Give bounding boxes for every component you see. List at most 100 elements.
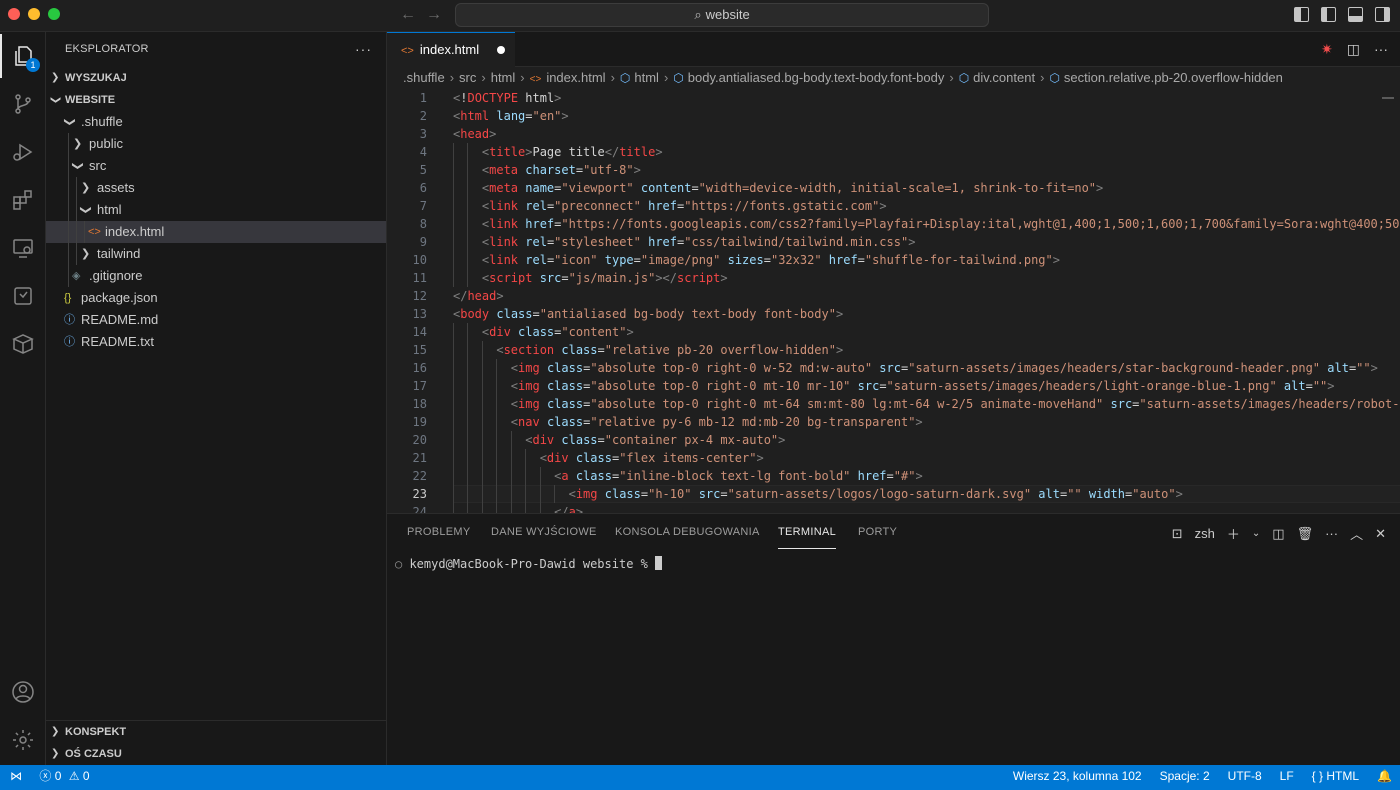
notifications-bell-icon[interactable]: 🔔 bbox=[1377, 765, 1392, 787]
maximize-window-button[interactable] bbox=[48, 8, 60, 20]
code-line[interactable]: <img class="absolute top-0 right-0 w-52 … bbox=[511, 359, 1378, 377]
code-line[interactable]: <section class="relative pb-20 overflow-… bbox=[496, 341, 843, 359]
tree-item[interactable]: ⓘ README.md bbox=[46, 309, 386, 331]
panel-tab[interactable]: PORTY bbox=[858, 514, 897, 550]
breadcrumb-item[interactable]: div.content bbox=[973, 70, 1035, 85]
tree-item[interactable]: {} package.json bbox=[46, 287, 386, 309]
close-icon[interactable]: ✕ bbox=[1375, 526, 1386, 542]
code-line[interactable]: </a> bbox=[554, 503, 583, 513]
code-line[interactable]: <html lang="en"> bbox=[453, 107, 569, 125]
chevron-right-icon: › bbox=[449, 70, 455, 85]
more-actions-icon[interactable]: ··· bbox=[1374, 41, 1388, 58]
tree-item[interactable]: ❯ public bbox=[46, 133, 386, 155]
code-line[interactable]: <body class="antialiased bg-body text-bo… bbox=[453, 305, 843, 323]
code-line[interactable]: <a class="inline-block text-lg font-bold… bbox=[554, 467, 923, 485]
extensions-icon[interactable] bbox=[0, 178, 46, 222]
command-center-search[interactable]: ⌕ website bbox=[455, 3, 989, 27]
chevron-down-icon[interactable]: ⌄ bbox=[1252, 528, 1260, 539]
element-icon: ⬡ bbox=[1049, 71, 1060, 85]
terminal-output[interactable]: ○ kemyd@MacBook-Pro-Dawid website % bbox=[395, 555, 663, 573]
code-line[interactable]: <meta name="viewport" content="width=dev… bbox=[482, 179, 1103, 197]
project-section-header[interactable]: ❯ WEBSITE bbox=[46, 89, 386, 111]
warning-icon: ⚠ bbox=[68, 769, 80, 783]
indentation-status[interactable]: Spacje: 2 bbox=[1160, 765, 1210, 787]
timeline-section-header[interactable]: ❯ OŚ CZASU bbox=[46, 743, 386, 765]
code-editor[interactable]: 1 2 3 4 5 6 7 8 9 10 11 12 13 14 15 16 17 18 19 20 21 22 23 24 … bbox=[387, 89, 1400, 513]
code-area[interactable]: <!DOCTYPE html> <html lang="en"> <head> <ti… bbox=[453, 89, 1400, 513]
panel-tab[interactable]: PROBLEMY bbox=[407, 514, 471, 550]
toggle-panel-icon[interactable] bbox=[1348, 7, 1363, 22]
code-line[interactable]: <img class="h-10" src="saturn-assets/log… bbox=[569, 485, 1183, 503]
code-line[interactable]: <meta charset="utf-8"> bbox=[482, 161, 641, 179]
trash-icon[interactable]: 🗑 bbox=[1297, 526, 1314, 542]
unsaved-dot-icon[interactable] bbox=[497, 46, 505, 54]
close-window-button[interactable] bbox=[8, 8, 20, 20]
new-terminal-icon[interactable]: ＋ bbox=[1227, 524, 1240, 543]
tree-item[interactable]: ❯ src bbox=[46, 155, 386, 177]
toggle-primary-sidebar-icon[interactable] bbox=[1321, 7, 1336, 22]
explorer-icon[interactable]: 1 bbox=[0, 34, 46, 78]
code-line[interactable]: <nav class="relative py-6 mb-12 md:mb-20… bbox=[511, 413, 923, 431]
split-terminal-icon[interactable]: ◫ bbox=[1272, 526, 1284, 542]
breadcrumb-item[interactable]: html bbox=[491, 70, 516, 85]
breadcrumb-item[interactable]: src bbox=[459, 70, 476, 85]
tree-item[interactable]: <> index.html bbox=[46, 221, 386, 243]
code-line[interactable]: <link rel="preconnect" href="https://fon… bbox=[482, 197, 887, 215]
containers-icon[interactable] bbox=[0, 322, 46, 366]
customize-layout-icon[interactable] bbox=[1294, 7, 1309, 22]
code-line[interactable]: <img class="absolute top-0 right-0 mt-64… bbox=[511, 395, 1400, 413]
cursor-position-status[interactable]: Wiersz 23, kolumna 102 bbox=[1013, 765, 1142, 787]
panel-tab[interactable]: DANE WYJŚCIOWE bbox=[491, 514, 597, 550]
tree-item[interactable]: ❯ .shuffle bbox=[46, 111, 386, 133]
forward-arrow-icon[interactable]: → bbox=[426, 6, 442, 24]
code-line[interactable]: <!DOCTYPE html> bbox=[453, 89, 561, 107]
toggle-secondary-sidebar-icon[interactable] bbox=[1375, 7, 1390, 22]
minimize-window-button[interactable] bbox=[28, 8, 40, 20]
accounts-icon[interactable] bbox=[0, 670, 46, 714]
code-line[interactable]: <div class="container px-4 mx-auto"> bbox=[525, 431, 785, 449]
run-debug-icon[interactable] bbox=[0, 130, 46, 174]
source-control-icon[interactable] bbox=[0, 82, 46, 126]
tree-item[interactable]: ❯ assets bbox=[46, 177, 386, 199]
breadcrumb-item[interactable]: .shuffle bbox=[403, 70, 445, 85]
code-line[interactable]: <head> bbox=[453, 125, 496, 143]
breadcrumb-item[interactable]: section.relative.pb-20.overflow-hidden bbox=[1064, 70, 1283, 85]
code-line[interactable]: <div class="content"> bbox=[482, 323, 634, 341]
encoding-status[interactable]: UTF-8 bbox=[1228, 765, 1262, 787]
breadcrumb-item[interactable]: html bbox=[634, 70, 659, 85]
code-line[interactable]: </head> bbox=[453, 287, 504, 305]
code-line[interactable]: <div class="flex items-center"> bbox=[540, 449, 764, 467]
remote-explorer-icon[interactable] bbox=[0, 226, 46, 270]
search-section-header[interactable]: ❯ WYSZUKAJ bbox=[46, 67, 386, 89]
breadcrumb-item[interactable]: body.antialiased.bg-body.text-body.font-… bbox=[688, 70, 945, 85]
language-mode-status[interactable]: { } HTML bbox=[1312, 765, 1359, 787]
testing-icon[interactable] bbox=[0, 274, 46, 318]
back-arrow-icon[interactable]: ← bbox=[400, 6, 416, 24]
remote-indicator-icon[interactable]: ⋈ bbox=[10, 769, 22, 783]
live-preview-icon[interactable]: ✷ bbox=[1321, 41, 1333, 58]
code-line[interactable]: <img class = "absolute top-0 right-0 mt-10… bbox=[511, 377, 1335, 395]
code-line[interactable]: <title>Page title</title> bbox=[482, 143, 663, 161]
eol-status[interactable]: LF bbox=[1280, 765, 1294, 787]
tab-index-html[interactable]: <> index.html bbox=[387, 32, 515, 67]
problems-status[interactable]: ⓧ 0 ⚠ 0 bbox=[39, 769, 89, 783]
more-actions-icon[interactable]: ··· bbox=[1325, 526, 1338, 541]
terminal-shell-label[interactable]: zsh bbox=[1195, 526, 1215, 541]
panel-tab[interactable]: TERMINAL bbox=[778, 514, 837, 549]
tree-item[interactable]: ⓘ README.txt bbox=[46, 331, 386, 353]
code-line[interactable]: <link href="https://fonts.googleapis.com… bbox=[482, 215, 1400, 233]
more-actions-icon[interactable]: ··· bbox=[355, 32, 372, 67]
code-line[interactable]: <link rel="icon" type="image/png" sizes=… bbox=[482, 251, 1060, 269]
scrollbar-indicator[interactable] bbox=[1382, 97, 1394, 99]
tree-item[interactable]: ❯ html bbox=[46, 199, 386, 221]
code-line[interactable]: <script src="js/main.js"></script> bbox=[482, 269, 728, 287]
tree-item[interactable]: ◈ .gitignore bbox=[46, 265, 386, 287]
breadcrumb-item[interactable]: index.html bbox=[546, 70, 605, 85]
settings-gear-icon[interactable] bbox=[0, 718, 46, 762]
code-line[interactable]: <link rel="stylesheet" href="css/tailwin… bbox=[482, 233, 916, 251]
split-editor-icon[interactable]: ◫ bbox=[1347, 41, 1360, 58]
panel-tab[interactable]: KONSOLA DEBUGOWANIA bbox=[615, 514, 760, 550]
outline-section-header[interactable]: ❯ KONSPEKT bbox=[46, 721, 386, 743]
maximize-panel-icon[interactable]: ︿ bbox=[1350, 524, 1363, 543]
tree-item[interactable]: ❯ tailwind bbox=[46, 243, 386, 265]
